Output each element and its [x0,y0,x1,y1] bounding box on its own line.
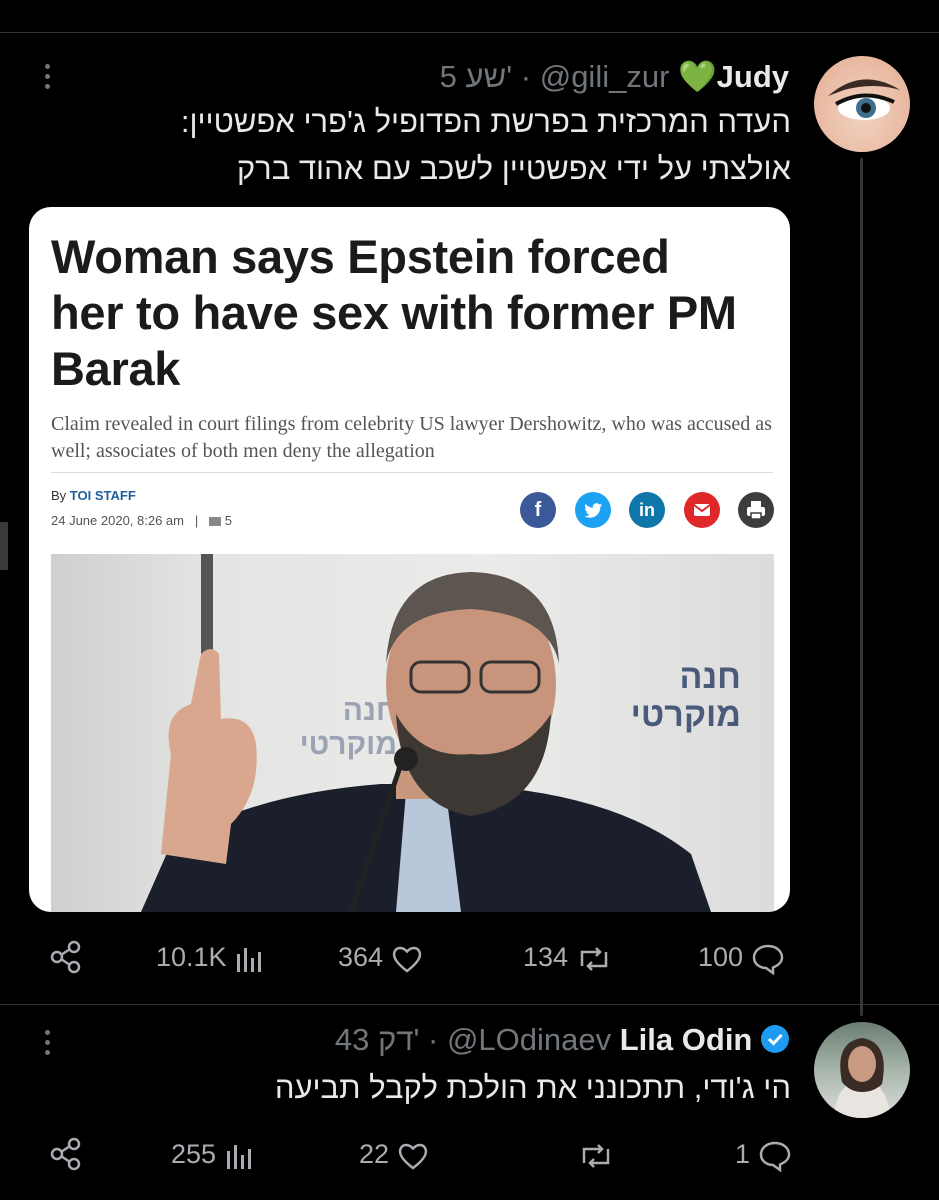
heart-icon [392,946,421,973]
tweet-text: הי ג'ודי, תתכונני את הולכת לקבל תביעה [274,1070,791,1105]
display-name[interactable]: Lila Odin [620,1022,753,1057]
retweet-icon [582,1143,610,1168]
tweet-time[interactable]: 43 דק' [335,1022,420,1057]
like-button[interactable]: 22 [359,1139,429,1171]
reply-count: 1 [735,1139,751,1169]
share-icon [50,940,81,974]
share-button[interactable] [48,1137,82,1171]
tweet-divider [0,1004,939,1005]
tweet-text: העדה המרכזית בפרשת הפדופיל ג'פרי אפשטיין… [180,104,791,186]
tweet-time[interactable]: 5 שע' [440,59,512,94]
views-count: 10.1K [156,942,227,972]
reply-button[interactable]: 100 [698,942,785,976]
twitter-icon[interactable] [575,492,611,528]
views-button[interactable]: 10.1K [156,942,264,974]
article-photo[interactable]: חנה מוקרטי חנה מוקרטי [51,554,774,912]
share-button[interactable] [48,940,82,974]
article-headline: Woman says Epstein forced her to have se… [51,230,737,395]
article-date-line: 24 June 2020, 8:26 am | 5 [51,513,232,528]
article-card[interactable]: Woman says Epstein forced her to have se… [29,207,790,912]
left-scroll-handle[interactable] [0,522,8,570]
thread-connector [860,158,863,1016]
author-link[interactable]: TOI STAFF [70,488,136,503]
retweet-button[interactable]: 134 [523,942,612,974]
comment-count: 5 [224,513,232,528]
more-options-icon[interactable] [45,64,51,94]
user-handle[interactable]: @LOdinaev [447,1022,611,1057]
linkedin-icon[interactable]: in [629,492,665,528]
like-count: 22 [359,1139,390,1169]
tweet-header: 43 דק' · @LOdinaev Lila Odin [335,1022,789,1058]
analytics-icon [226,1144,251,1169]
reply-button[interactable]: 1 [735,1139,792,1173]
retweet-button[interactable] [578,1139,614,1171]
byline: By TOI STAFF [51,488,136,503]
more-options-icon[interactable] [45,1030,51,1060]
retweet-count: 134 [523,942,569,972]
facebook-icon[interactable]: f [520,492,556,528]
reply-icon [752,944,783,976]
views-button[interactable]: 255 [171,1139,254,1171]
green-heart-icon: 💚 [678,59,717,95]
views-count: 255 [171,1139,217,1169]
like-button[interactable]: 364 [338,942,423,974]
user-handle[interactable]: @gili_zur [540,59,670,94]
reply-icon [759,1141,790,1173]
article-date: 24 June 2020, 8:26 am [51,513,184,528]
article-subhead: Claim revealed in court filings from cel… [51,413,772,462]
like-count: 364 [338,942,384,972]
avatar[interactable] [814,56,910,152]
reply-count: 100 [698,942,744,972]
email-icon[interactable] [684,492,720,528]
comment-icon [209,517,222,527]
share-icon [50,1137,81,1171]
avatar[interactable] [814,1022,910,1118]
print-icon[interactable] [738,492,774,528]
top-divider [0,32,939,33]
card-divider [51,472,773,473]
display-name[interactable]: Judy [717,59,789,94]
tweet-header: 5 שע' · @gili_zur 💚Judy [439,59,789,95]
verified-badge-icon [761,1024,789,1053]
analytics-icon [237,947,262,972]
retweet-icon [580,946,607,971]
speaker-figure [141,572,711,912]
heart-icon [398,1143,427,1170]
